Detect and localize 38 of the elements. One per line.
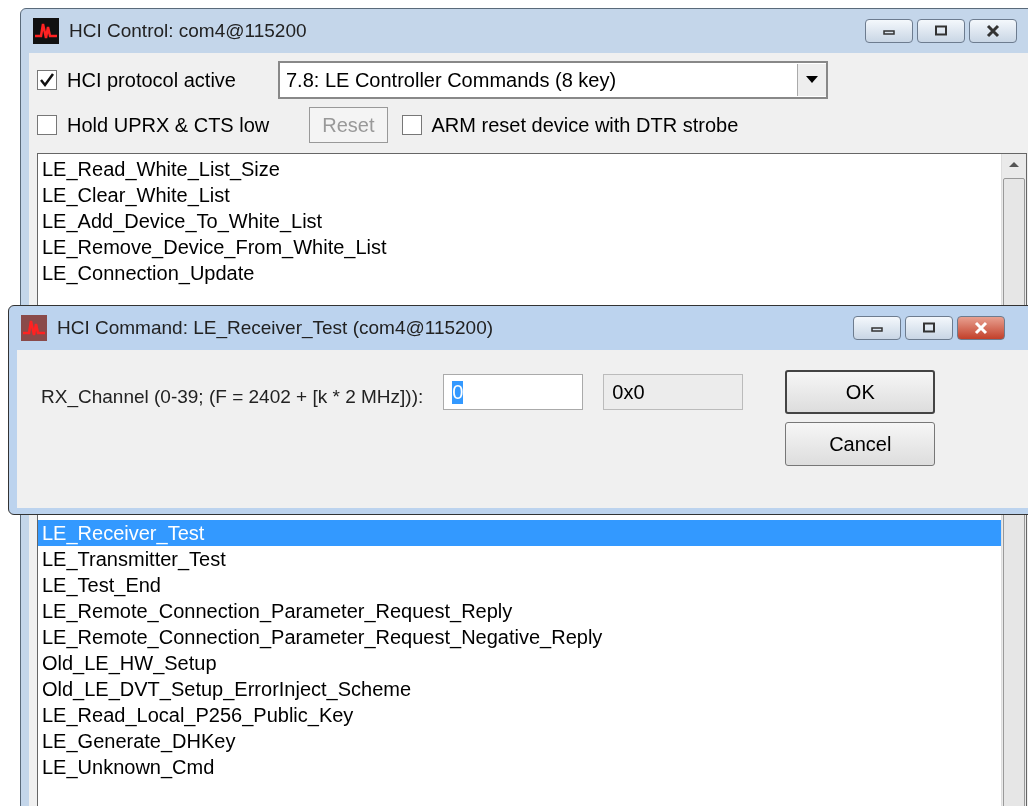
command-group-dropdown[interactable]: 7.8: LE Controller Commands (8 key)	[277, 61, 828, 99]
list-item[interactable]: LE_Read_Local_P256_Public_Key	[38, 702, 1001, 728]
close-button[interactable]	[969, 19, 1017, 43]
list-item[interactable]: LE_Clear_White_List	[38, 182, 1001, 208]
checkbox[interactable]	[37, 115, 57, 135]
list-item[interactable]: LE_Transmitter_Test	[38, 546, 1001, 572]
window-title: HCI Control: com4@115200	[69, 20, 308, 42]
list-item[interactable]: LE_Remote_Connection_Parameter_Request_Negative_Reply	[38, 624, 1001, 650]
waveform-icon	[21, 315, 47, 341]
cancel-button[interactable]: Cancel	[785, 422, 936, 466]
maximize-icon	[933, 25, 949, 37]
hex-value-field: 0x0	[603, 374, 744, 410]
checkbox-label[interactable]: HCI protocol active	[67, 68, 236, 92]
maximize-button[interactable]	[917, 19, 965, 43]
list-item[interactable]: Old_LE_DVT_Setup_ErrorInject_Scheme	[38, 676, 1001, 702]
list-item[interactable]: LE_Unknown_Cmd	[38, 754, 1001, 780]
list-item[interactable]: LE_Connection_Update	[38, 260, 1001, 286]
checkbox-label[interactable]: Hold UPRX & CTS low	[67, 113, 270, 137]
checkbox[interactable]	[37, 70, 57, 90]
list-item[interactable]: LE_Remote_Connection_Parameter_Request_Reply	[38, 598, 1001, 624]
ok-button[interactable]: OK	[785, 370, 936, 414]
maximize-icon	[921, 322, 937, 334]
list-item[interactable]: Old_LE_HW_Setup	[38, 650, 1001, 676]
minimize-button[interactable]	[865, 19, 913, 43]
checkbox[interactable]	[401, 115, 422, 135]
list-item[interactable]: LE_Read_White_List_Size	[38, 156, 1001, 182]
minimize-button[interactable]	[853, 316, 901, 340]
close-button[interactable]	[957, 316, 1005, 340]
list-item[interactable]: LE_Remove_Device_From_White_List	[38, 234, 1001, 260]
waveform-icon	[33, 18, 59, 44]
dialog-title: HCI Command: LE_Receiver_Test (com4@115200)	[57, 317, 495, 339]
dropdown-arrow-icon	[805, 76, 818, 84]
checkbox-label[interactable]: ARM reset device with DTR strobe	[431, 113, 739, 137]
list-item[interactable]: LE_Generate_DHKey	[38, 728, 1001, 754]
list-item[interactable]: LE_Add_Device_To_White_List	[38, 208, 1001, 234]
maximize-button[interactable]	[905, 316, 953, 340]
list-item[interactable]: LE_Test_End	[38, 572, 1001, 598]
field-label: RX_Channel (0-39; (F = 2402 + [k * 2 MHz])):	[41, 386, 424, 410]
